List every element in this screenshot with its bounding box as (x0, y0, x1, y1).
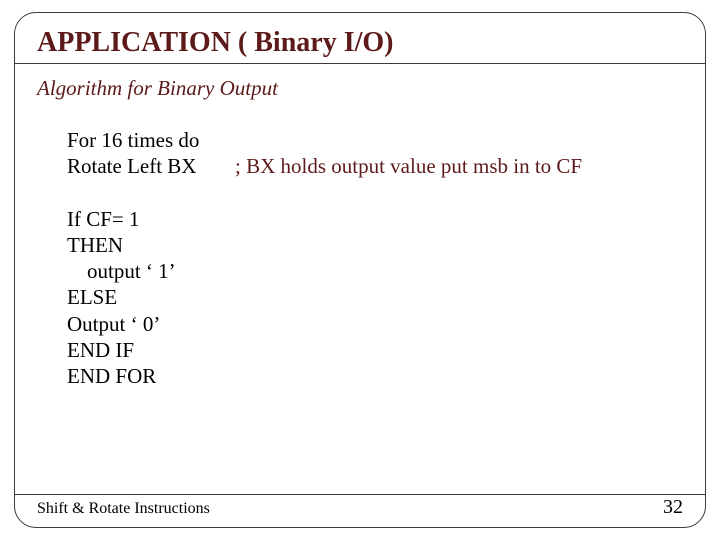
algo-line: END FOR (67, 363, 683, 389)
slide-footer: Shift & Rotate Instructions 32 (37, 496, 683, 519)
footer-divider (15, 494, 705, 495)
page-number: 32 (663, 496, 683, 519)
slide-title: APPLICATION ( Binary I/O) (37, 27, 683, 59)
algo-line: If CF= 1 (67, 206, 683, 232)
algo-line: For 16 times do (67, 127, 683, 153)
algo-line: Rotate Left BX ; BX holds output value p… (67, 153, 683, 179)
algo-line: THEN (67, 232, 683, 258)
slide-subtitle: Algorithm for Binary Output (37, 76, 683, 101)
algo-comment: ; BX holds output value put msb in to CF (235, 153, 582, 179)
title-underline (15, 63, 705, 64)
algorithm-block: For 16 times do Rotate Left BX ; BX hold… (67, 127, 683, 389)
footer-text: Shift & Rotate Instructions (37, 500, 210, 518)
algo-line: Output ‘ 0’ (67, 311, 683, 337)
algo-line: END IF (67, 337, 683, 363)
algo-line: ELSE (67, 284, 683, 310)
slide-frame: APPLICATION ( Binary I/O) Algorithm for … (14, 12, 706, 528)
blank-line (67, 180, 683, 206)
algo-line: output ‘ 1’ (87, 258, 683, 284)
algo-instruction: Rotate Left BX (67, 153, 235, 179)
